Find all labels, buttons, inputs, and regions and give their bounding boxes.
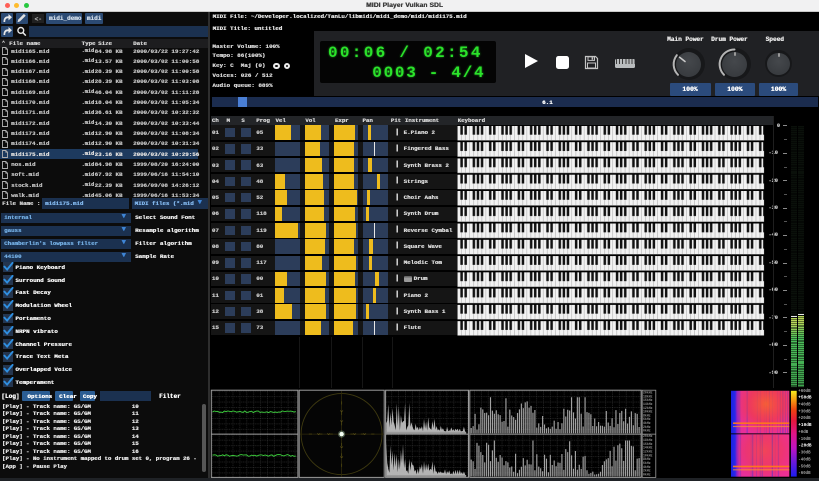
svg-text:+10dB: +10dB [798,423,812,428]
svg-text:+30dB: +30dB [798,409,811,414]
svg-text:-50dB: -50dB [798,464,811,469]
svg-text:-30dB: -30dB [798,451,811,456]
svg-text:-40dB: -40dB [798,457,811,462]
svg-text:+40dB: +40dB [798,403,811,408]
svg-text:+20dB: +20dB [798,416,811,421]
svg-text:+50dB: +50dB [798,396,812,401]
svg-text:0kHz: 0kHz [643,429,651,433]
svg-text:-20dB: -20dB [798,444,812,449]
svg-text:+0dB: +0dB [798,430,808,435]
svg-text:+60dB: +60dB [798,389,811,394]
svg-text:-10dB: -10dB [798,437,811,442]
svg-text:0kHz: 0kHz [643,472,651,476]
svg-text:-60dB: -60dB [798,471,811,476]
